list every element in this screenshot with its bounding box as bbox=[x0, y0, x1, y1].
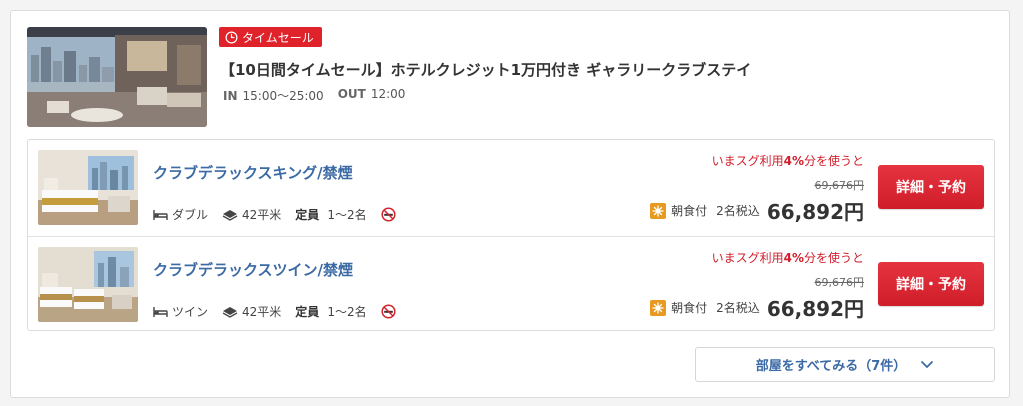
checkin-label: IN bbox=[223, 89, 238, 103]
floor-area: 42平米 bbox=[222, 303, 281, 320]
bed-type-label: ツイン bbox=[172, 305, 209, 319]
no-smoking bbox=[381, 304, 396, 319]
promo-text: いまスグ利用4%分を使うと bbox=[712, 249, 864, 266]
capacity-value: 1〜2名 bbox=[327, 305, 367, 319]
room-specs: ツイン 42平米 定員 1〜2名 bbox=[153, 303, 410, 320]
price: 66,892円 bbox=[766, 200, 864, 224]
promo-percent: 4% bbox=[783, 251, 804, 265]
checkout-label: OUT bbox=[337, 87, 366, 101]
see-all-rooms-label: 部屋をすべてみる（7件） bbox=[755, 359, 907, 374]
bed-icon bbox=[153, 209, 168, 220]
time-sale-badge-label: タイムセール bbox=[242, 30, 314, 45]
checkin-value: 15:00〜25:00 bbox=[242, 89, 324, 103]
checkout-time: OUT 12:00 bbox=[338, 87, 406, 104]
checkin-time: IN 15:00〜25:00 bbox=[223, 87, 324, 104]
promo-prefix: いまスグ利用 bbox=[711, 251, 784, 265]
check-in-out-times: IN 15:00〜25:00 OUT 12:00 bbox=[223, 87, 405, 104]
original-price: 69,676円 bbox=[814, 276, 865, 289]
room-photo[interactable] bbox=[38, 247, 138, 322]
see-all-rooms-button[interactable]: 部屋をすべてみる（7件） bbox=[695, 347, 995, 382]
plan-card: タイムセール 【10日間タイムセール】ホテルクレジット1万円付き ギャラリークラ… bbox=[10, 10, 1010, 398]
chevron-down-icon bbox=[921, 360, 934, 369]
details-reserve-button[interactable]: 詳細・予約 bbox=[878, 165, 984, 209]
details-reserve-button[interactable]: 詳細・予約 bbox=[878, 262, 984, 306]
price: 66,892円 bbox=[766, 297, 864, 321]
pax-tax-label: 2名税込 bbox=[716, 204, 760, 218]
bed-type-label: ダブル bbox=[172, 208, 209, 222]
room-name-link[interactable]: クラブデラックスツイン/禁煙 bbox=[153, 259, 353, 280]
promo-suffix: 分を使うと bbox=[803, 154, 864, 168]
price-row: 朝食付 2名税込 66,892円 bbox=[650, 196, 864, 225]
bed-type: ツイン bbox=[153, 303, 208, 320]
meal-label: 朝食付 bbox=[671, 204, 708, 218]
capacity: 定員 1〜2名 bbox=[295, 206, 366, 223]
no-smoking-icon bbox=[381, 207, 396, 222]
floor-area-label: 42平米 bbox=[242, 208, 282, 222]
promo-prefix: いまスグ利用 bbox=[711, 154, 784, 168]
meal-label: 朝食付 bbox=[671, 301, 708, 315]
capacity-label: 定員 bbox=[295, 208, 320, 222]
price-row: 朝食付 2名税込 66,892円 bbox=[650, 293, 864, 322]
clock-icon bbox=[225, 31, 238, 43]
room-row: クラブデラックスキング/禁煙 ダブル 42平米 定員 1〜2名 いまスグ利用4%… bbox=[28, 140, 994, 236]
capacity: 定員 1〜2名 bbox=[295, 303, 366, 320]
no-smoking bbox=[381, 207, 396, 222]
time-sale-badge: タイムセール bbox=[219, 27, 322, 47]
promo-percent: 4% bbox=[783, 154, 804, 168]
floor-area-label: 42平米 bbox=[242, 305, 282, 319]
original-price: 69,676円 bbox=[814, 179, 865, 192]
meal-icon bbox=[650, 202, 667, 219]
room-list: クラブデラックスキング/禁煙 ダブル 42平米 定員 1〜2名 いまスグ利用4%… bbox=[27, 139, 995, 331]
floor-area-icon bbox=[222, 306, 238, 318]
promo-text: いまスグ利用4%分を使うと bbox=[712, 152, 864, 169]
room-row: クラブデラックスツイン/禁煙 ツイン 42平米 定員 1〜2名 いまスグ利用4%… bbox=[28, 236, 994, 332]
room-name-link[interactable]: クラブデラックスキング/禁煙 bbox=[153, 162, 353, 183]
meal-icon bbox=[650, 299, 667, 316]
capacity-value: 1〜2名 bbox=[327, 208, 367, 222]
plan-title[interactable]: 【10日間タイムセール】ホテルクレジット1万円付き ギャラリークラブステイ bbox=[220, 59, 1000, 80]
floor-area: 42平米 bbox=[222, 206, 281, 223]
capacity-label: 定員 bbox=[295, 305, 320, 319]
bed-icon bbox=[153, 306, 168, 317]
no-smoking-icon bbox=[381, 304, 396, 319]
promo-suffix: 分を使うと bbox=[803, 251, 864, 265]
pax-tax-label: 2名税込 bbox=[716, 301, 760, 315]
bed-type: ダブル bbox=[153, 206, 208, 223]
room-specs: ダブル 42平米 定員 1〜2名 bbox=[153, 206, 410, 223]
floor-area-icon bbox=[222, 209, 238, 221]
room-photo[interactable] bbox=[38, 150, 138, 225]
checkout-value: 12:00 bbox=[370, 87, 406, 101]
plan-photo[interactable] bbox=[27, 27, 207, 127]
